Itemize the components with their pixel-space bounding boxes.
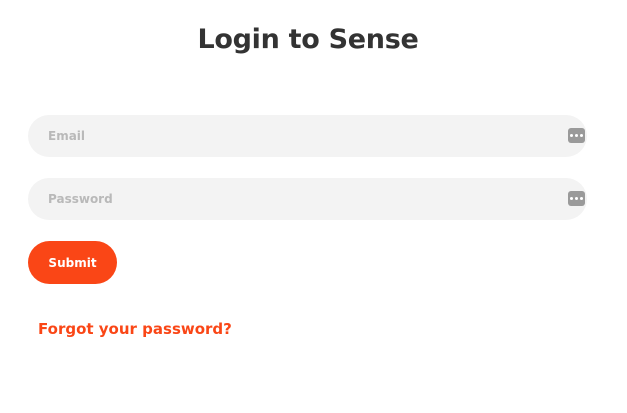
password-field-container bbox=[28, 178, 587, 220]
forgot-password-link[interactable]: Forgot your password? bbox=[38, 320, 232, 338]
page-title: Login to Sense bbox=[197, 24, 419, 55]
password-manager-icon[interactable] bbox=[568, 128, 585, 143]
submit-button[interactable]: Submit bbox=[28, 241, 117, 284]
password-manager-icon[interactable] bbox=[568, 191, 585, 206]
email-field-container bbox=[28, 115, 587, 157]
password-field[interactable] bbox=[28, 178, 587, 220]
email-field[interactable] bbox=[28, 115, 587, 157]
